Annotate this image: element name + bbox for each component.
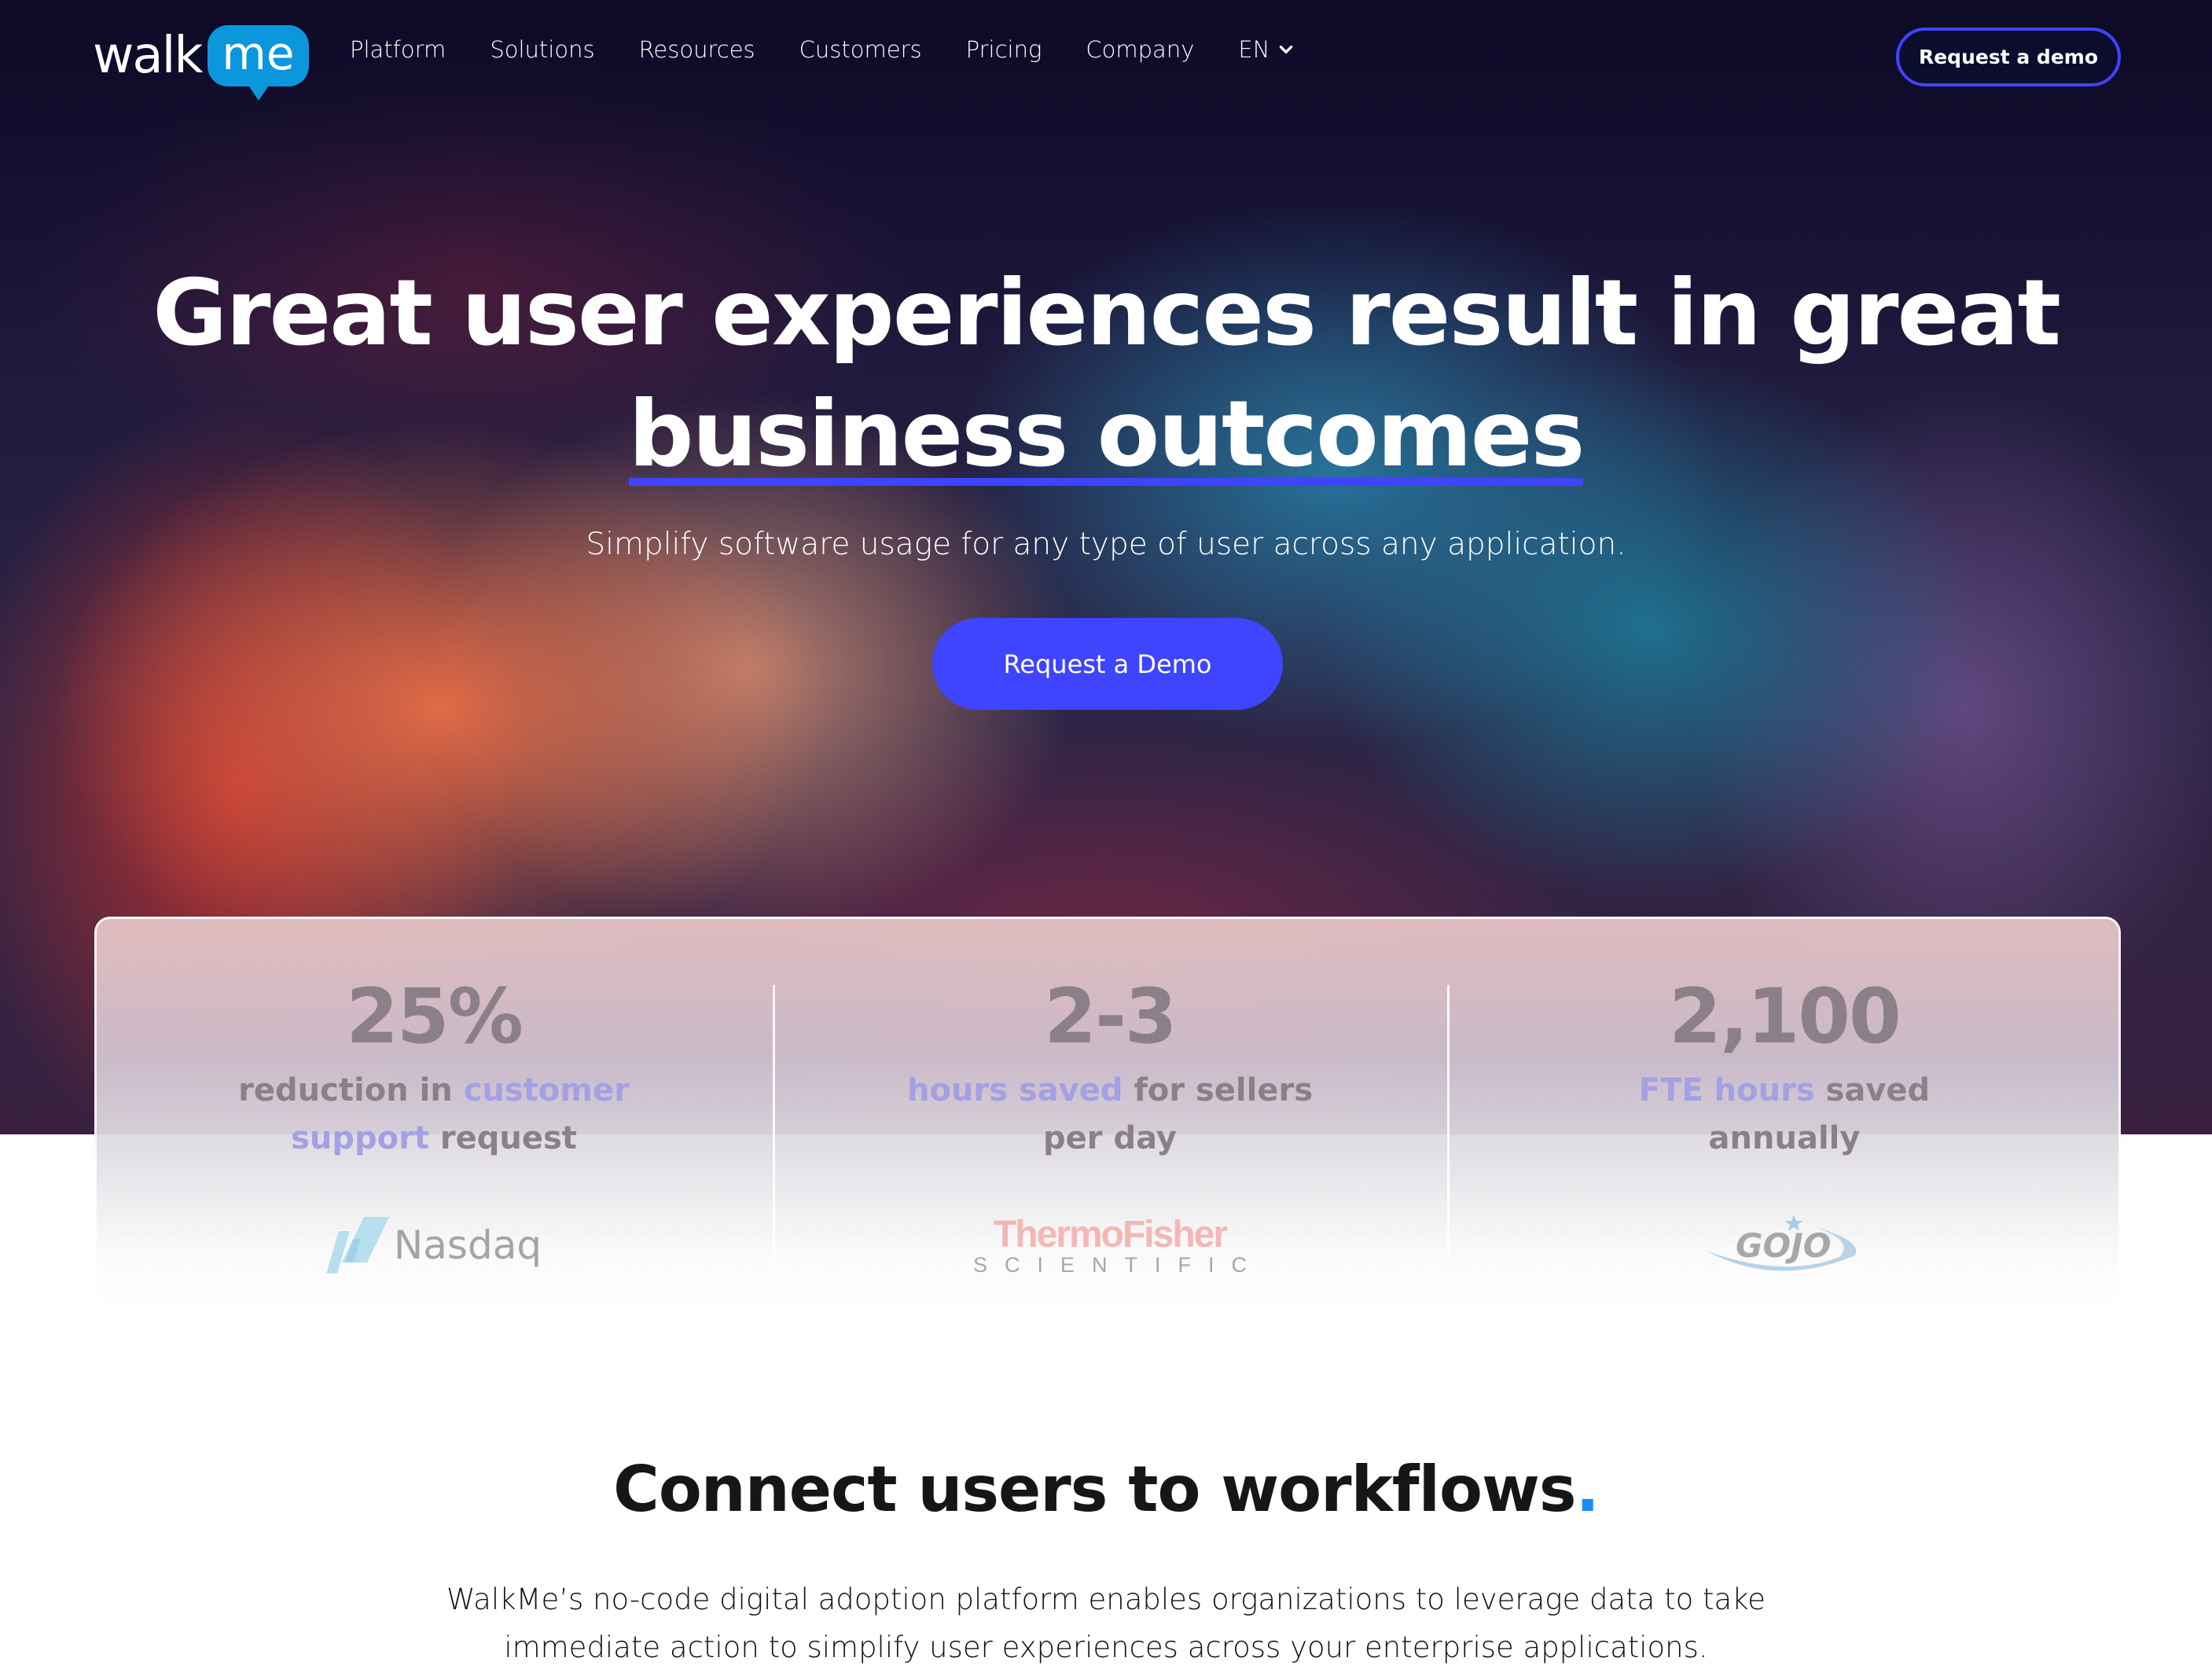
nav-item-platform[interactable]: Platform: [350, 36, 446, 63]
section-title-text: Connect users to workflows: [613, 1453, 1576, 1526]
stat-desc-highlight: hours saved: [906, 1072, 1123, 1108]
gojo-logo-mark-icon: GOJO: [1706, 1215, 1857, 1271]
stat-number: 25%: [346, 972, 524, 1060]
section-title-dot: .: [1575, 1453, 1600, 1526]
logo-word: walk: [93, 27, 203, 85]
stat-number: 2-3: [1044, 972, 1177, 1060]
nasdaq-logo: Nasdaq: [97, 1202, 771, 1288]
logo-speech-bubble: me: [208, 25, 309, 101]
nasdaq-wordmark: Nasdaq: [393, 1222, 542, 1268]
nav-item-pricing[interactable]: Pricing: [966, 36, 1042, 63]
stat-number: 2,100: [1669, 972, 1902, 1060]
nav-links: Platform Solutions Resources Customers P…: [350, 36, 1295, 63]
thermofisher-wordmark: ThermoFisher: [993, 1214, 1228, 1255]
stat-gojo: 2,100 FTE hours saved annually GOJO: [1447, 919, 2122, 1312]
section-title: Connect users to workflows.: [0, 1453, 2212, 1526]
stat-desc-text: reduction in: [238, 1072, 464, 1108]
language-selector[interactable]: EN: [1238, 36, 1295, 63]
hero-subheadline: Simplify software usage for any type of …: [586, 527, 1626, 562]
gojo-logo: GOJO: [1447, 1202, 2122, 1288]
top-navigation: walk me Platform Solutions Resources Cus…: [0, 0, 2212, 118]
stat-description: reduction in customer support request: [97, 1067, 771, 1163]
section-body: WalkMe’s no-code digital adoption platfo…: [446, 1582, 1766, 1664]
nav-item-company[interactable]: Company: [1086, 36, 1194, 63]
walkme-logo[interactable]: walk me: [93, 25, 309, 101]
headline-line-2-underlined: business outcomes: [628, 374, 1585, 495]
nav-item-resources[interactable]: Resources: [639, 36, 755, 63]
nav-item-customers[interactable]: Customers: [799, 36, 922, 63]
thermofisher-logo: ThermoFisher SCIENTIFIC: [773, 1202, 1447, 1288]
headline-line-1: Great user experiences result in great: [152, 260, 2061, 366]
language-label: EN: [1238, 36, 1270, 63]
stat-desc-highlight: FTE hours: [1638, 1072, 1815, 1108]
request-demo-nav-button[interactable]: Request a demo: [1896, 28, 2121, 86]
chevron-down-icon: [1280, 46, 1293, 53]
gojo-wordmark: GOJO: [1736, 1226, 1832, 1265]
hero-headline: Great user experiences result in great b…: [0, 253, 2212, 495]
stat-desc-text: request: [428, 1120, 577, 1156]
stat-description: hours saved for sellers per day: [773, 1067, 1447, 1163]
stats-card: 25% reduction in customer support reques…: [94, 917, 2121, 1310]
request-demo-hero-button[interactable]: Request a Demo: [932, 618, 1283, 710]
nav-item-solutions[interactable]: Solutions: [490, 36, 594, 63]
stat-thermofisher: 2-3 hours saved for sellers per day Ther…: [773, 919, 1447, 1312]
stat-description: FTE hours saved annually: [1447, 1067, 2122, 1163]
stat-nasdaq: 25% reduction in customer support reques…: [97, 919, 771, 1312]
thermofisher-subtext: SCIENTIFIC: [972, 1253, 1264, 1277]
nasdaq-mark-icon: [325, 1217, 389, 1274]
